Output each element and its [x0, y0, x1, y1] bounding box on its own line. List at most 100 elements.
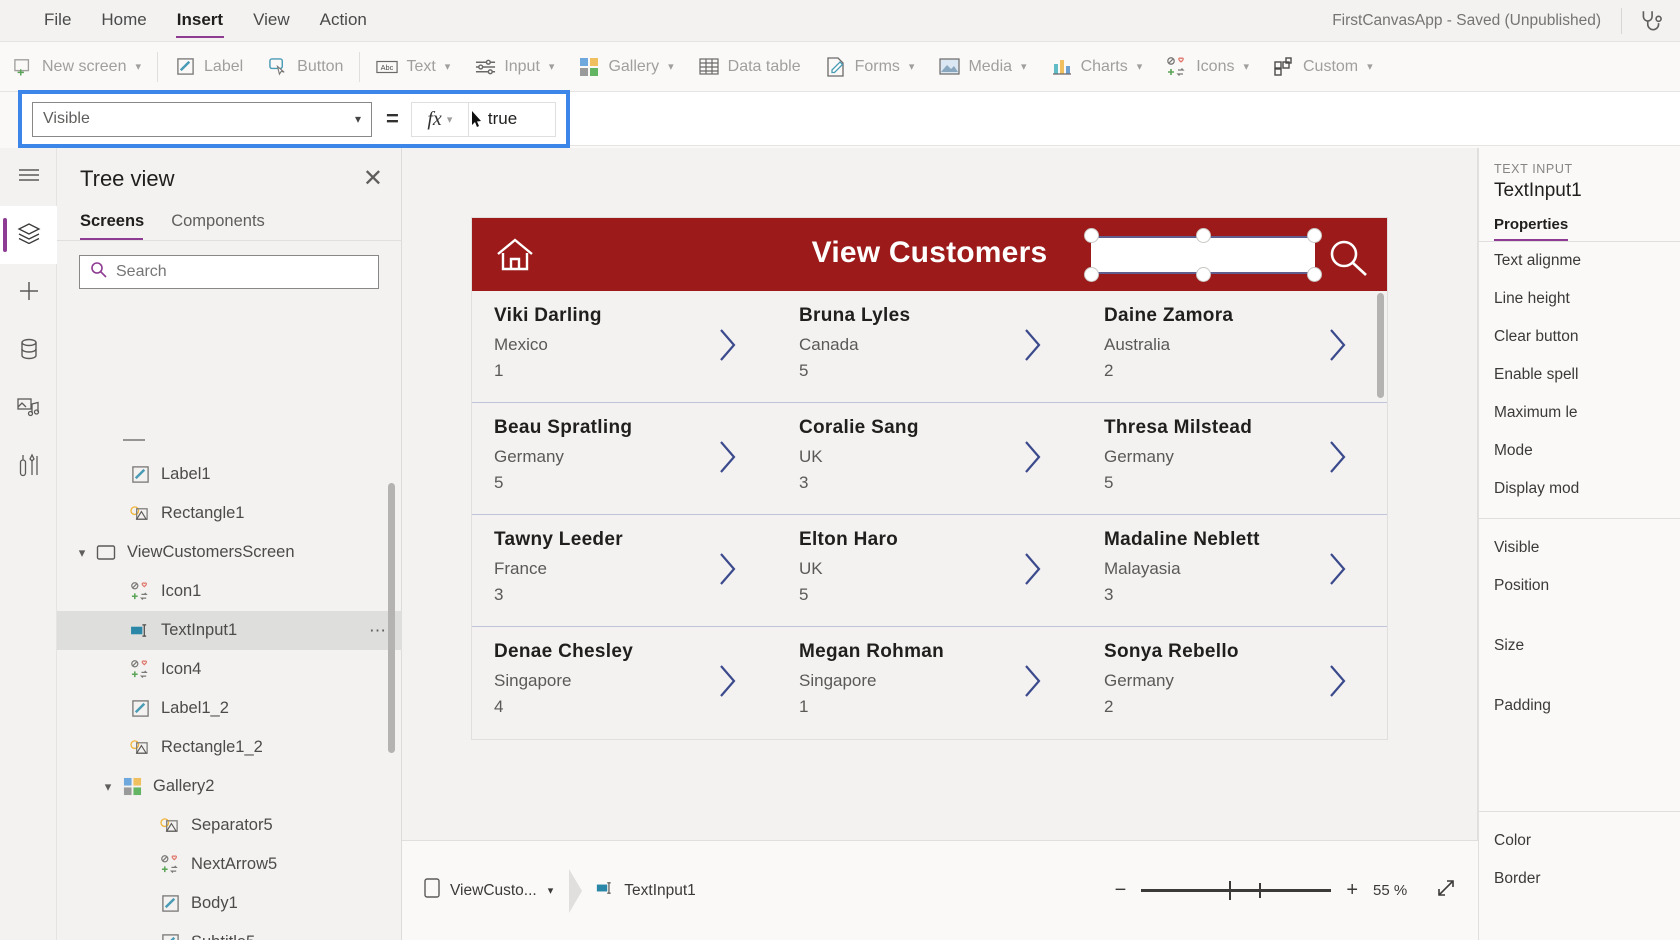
fit-screen-icon[interactable] — [1436, 878, 1456, 903]
chevron-down-icon[interactable]: ▾ — [548, 884, 554, 897]
chevron-right-icon[interactable] — [1327, 663, 1349, 704]
resize-handle-top-center[interactable] — [1196, 228, 1211, 243]
resize-handle-top-left[interactable] — [1084, 228, 1099, 243]
property-row-mode[interactable]: Mode — [1479, 432, 1680, 470]
charts-button[interactable]: Charts ▾ — [1039, 48, 1155, 86]
new-screen-button[interactable]: New screen ▾ — [0, 48, 153, 86]
zoom-slider[interactable] — [1141, 881, 1332, 900]
chevron-right-icon[interactable] — [1022, 439, 1044, 480]
icons-button[interactable]: Icons ▾ — [1154, 48, 1261, 86]
tree-node-nextarrow5[interactable]: NextArrow5 — [57, 845, 402, 884]
gallery-item[interactable]: Daine Zamora Australia 2 — [1082, 291, 1387, 402]
property-row-enable-spellcheck[interactable]: Enable spell — [1479, 356, 1680, 394]
gallery-row[interactable]: Beau Spratling Germany 5 Coralie Sang UK… — [472, 403, 1387, 515]
zoom-out-button[interactable]: − — [1115, 879, 1127, 902]
stethoscope-icon[interactable] — [1622, 0, 1680, 42]
chevron-right-icon[interactable] — [717, 663, 739, 704]
gallery-item[interactable]: Madaline Neblett Malayasia 3 — [1082, 515, 1387, 626]
menu-item-home[interactable]: Home — [87, 1, 160, 40]
rail-item-advanced-tools[interactable] — [0, 438, 57, 496]
property-dropdown[interactable]: Visible ▾ — [32, 101, 372, 137]
close-icon[interactable]: ✕ — [363, 167, 383, 191]
menu-item-view[interactable]: View — [239, 1, 304, 40]
gallery-item[interactable]: Coralie Sang UK 3 — [777, 403, 1082, 514]
tree-view-scrollbar[interactable] — [388, 483, 395, 753]
resize-handle-bottom-right[interactable] — [1307, 267, 1322, 282]
tab-components[interactable]: Components — [171, 206, 278, 240]
search-input[interactable] — [116, 263, 368, 281]
text-button[interactable]: Abc Text ▾ — [364, 48, 462, 86]
gallery-item[interactable]: Megan Rohman Singapore 1 — [777, 627, 1082, 739]
tab-screens[interactable]: Screens — [80, 206, 157, 240]
property-row-color[interactable]: Color — [1479, 822, 1680, 860]
chevron-right-icon[interactable] — [717, 327, 739, 368]
tree-node-icon1[interactable]: Icon1 — [57, 572, 402, 611]
tree-node-rectangle1-2[interactable]: Rectangle1_2 — [57, 728, 402, 767]
gallery-row[interactable]: Denae Chesley Singapore 4 Megan Rohman S… — [472, 627, 1387, 739]
tree-node-rectangle1[interactable]: Rectangle1 — [57, 494, 402, 533]
rail-item-data[interactable] — [0, 322, 57, 380]
tree-node-separator5[interactable]: Separator5 — [57, 806, 402, 845]
gallery-item[interactable]: Bruna Lyles Canada 5 — [777, 291, 1082, 402]
property-row-border[interactable]: Border — [1479, 860, 1680, 898]
tree-node-body1[interactable]: Body1 — [57, 884, 402, 923]
chevron-down-icon[interactable]: ▾ — [97, 779, 119, 795]
tree-node-subtitle5[interactable]: Subtitle5 — [57, 923, 402, 940]
resize-handle-top-right[interactable] — [1307, 228, 1322, 243]
menu-item-insert[interactable]: Insert — [163, 1, 237, 40]
status-screen-selector[interactable]: ViewCusto... ▾ — [402, 841, 575, 940]
rail-item-media[interactable] — [0, 380, 57, 438]
property-row-visible[interactable]: Visible — [1479, 529, 1680, 567]
status-control-selector[interactable]: TextInput1 — [582, 880, 696, 901]
gallery-item[interactable]: Thresa Milstead Germany 5 — [1082, 403, 1387, 514]
data-table-button[interactable]: Data table — [686, 48, 813, 86]
resize-handle-bottom-center[interactable] — [1196, 267, 1211, 282]
label-button[interactable]: Label — [162, 48, 255, 86]
fx-button[interactable]: fx ▾ — [410, 101, 469, 137]
gallery-row[interactable]: Viki Darling Mexico 1 Bruna Lyles Canada… — [472, 291, 1387, 403]
menu-item-file[interactable]: File — [30, 1, 85, 40]
gallery-item[interactable]: Viki Darling Mexico 1 — [472, 291, 777, 402]
tree-node-textinput1[interactable]: TextInput1 ⋯ — [57, 611, 402, 650]
media-button[interactable]: Media ▾ — [926, 48, 1038, 86]
gallery-item[interactable]: Denae Chesley Singapore 4 — [472, 627, 777, 739]
property-row-maximum-length[interactable]: Maximum le — [1479, 394, 1680, 432]
rail-item-tree-view[interactable] — [0, 206, 57, 264]
more-options-icon[interactable]: ⋯ — [369, 621, 388, 641]
tree-node-gallery2[interactable]: ▾ Gallery2 — [57, 767, 402, 806]
chevron-right-icon[interactable] — [1022, 551, 1044, 592]
gallery-row[interactable]: Tawny Leeder France 3 Elton Haro UK 5 Ma… — [472, 515, 1387, 627]
gallery-scrollbar[interactable] — [1377, 293, 1384, 398]
chevron-right-icon[interactable] — [1327, 327, 1349, 368]
tree-node-label1[interactable]: Label1 — [57, 455, 402, 494]
chevron-right-icon[interactable] — [1327, 551, 1349, 592]
property-row-clear-button[interactable]: Clear button — [1479, 318, 1680, 356]
canvas-selected-textinput[interactable] — [1084, 228, 1322, 282]
button-button[interactable]: Button — [255, 48, 355, 86]
search-magnifier-icon[interactable] — [1327, 238, 1371, 283]
tab-properties[interactable]: Properties — [1494, 216, 1569, 241]
rail-item-insert[interactable] — [0, 264, 57, 322]
chevron-right-icon[interactable] — [717, 551, 739, 592]
tree-node-icon4[interactable]: Icon4 — [57, 650, 402, 689]
gallery-item[interactable]: Sonya Rebello Germany 2 — [1082, 627, 1387, 739]
property-row-line-height[interactable]: Line height — [1479, 280, 1680, 318]
tree-search-box[interactable] — [79, 255, 379, 289]
chevron-right-icon[interactable] — [1022, 663, 1044, 704]
property-row-display-mode[interactable]: Display mod — [1479, 470, 1680, 508]
gallery-item[interactable]: Tawny Leeder France 3 — [472, 515, 777, 626]
gallery-button[interactable]: Gallery ▾ — [566, 48, 685, 86]
rail-item-hamburger-menu[interactable] — [0, 148, 57, 206]
tree-node-viewcustomersscreen[interactable]: ▾ ViewCustomersScreen — [57, 533, 402, 572]
menu-item-action[interactable]: Action — [306, 1, 381, 40]
zoom-slider-thumb[interactable] — [1229, 881, 1232, 900]
forms-button[interactable]: Forms ▾ — [813, 48, 927, 86]
chevron-right-icon[interactable] — [1022, 327, 1044, 368]
gallery-item[interactable]: Beau Spratling Germany 5 — [472, 403, 777, 514]
tree-node-label1-2[interactable]: Label1_2 — [57, 689, 402, 728]
gallery-item[interactable]: Elton Haro UK 5 — [777, 515, 1082, 626]
custom-button[interactable]: Custom ▾ — [1261, 48, 1385, 86]
resize-handle-bottom-left[interactable] — [1084, 267, 1099, 282]
zoom-in-button[interactable]: + — [1346, 879, 1358, 902]
chevron-down-icon[interactable]: ▾ — [71, 545, 93, 561]
